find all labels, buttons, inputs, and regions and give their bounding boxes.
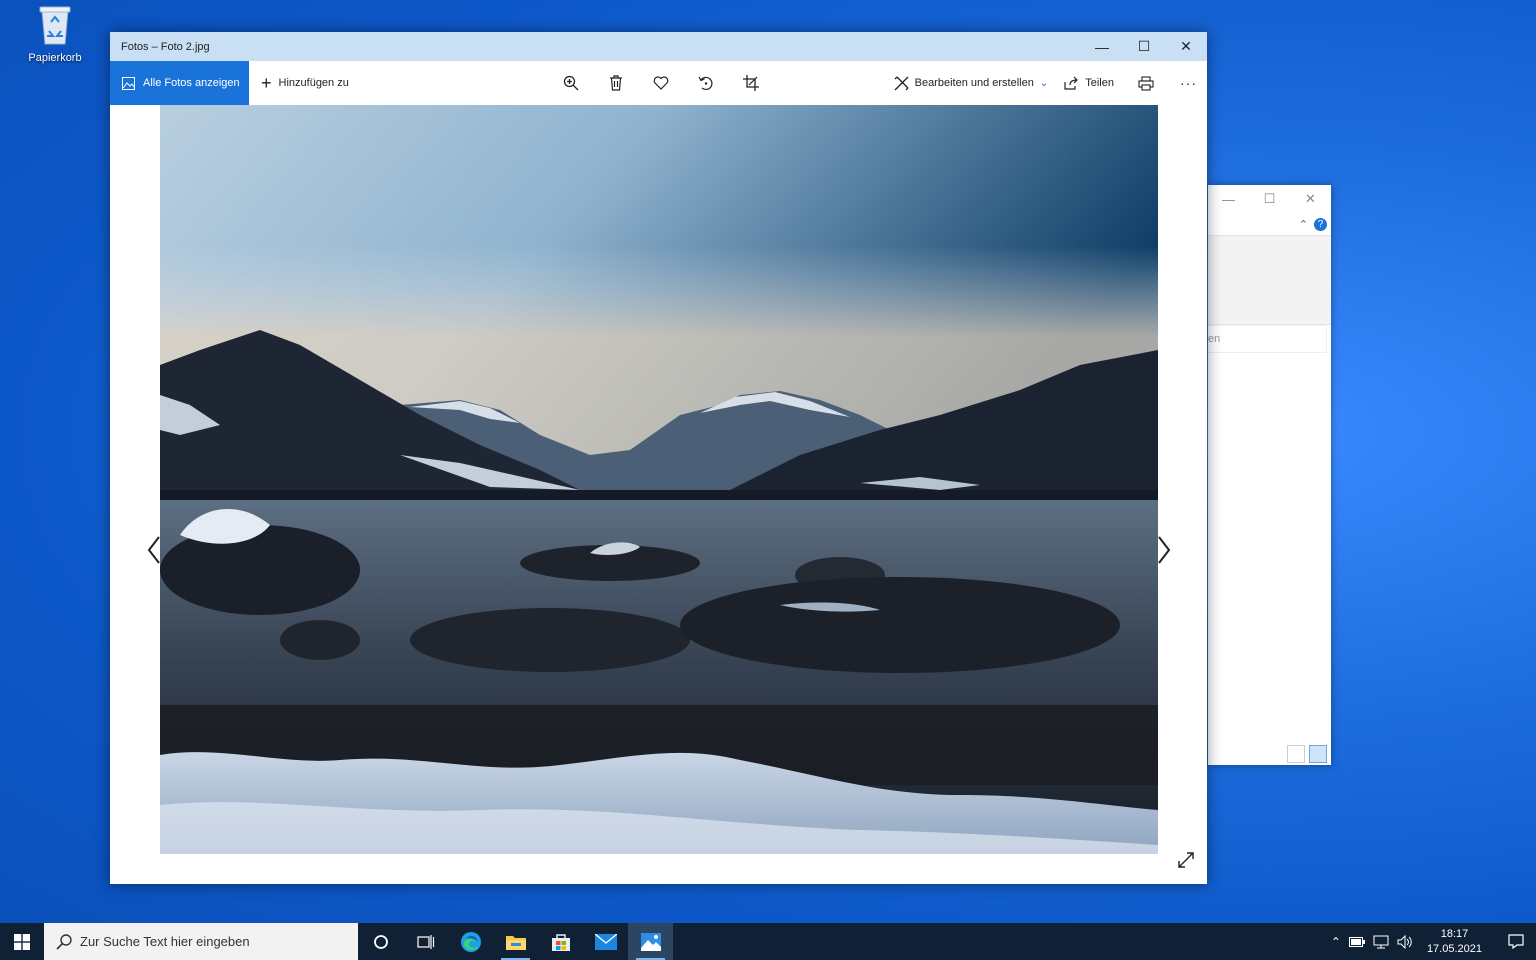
crop-icon[interactable] <box>739 71 763 95</box>
folder-icon <box>505 935 526 950</box>
minimize-icon: — <box>1095 38 1109 55</box>
search-icon <box>56 933 72 950</box>
store-taskbar-button[interactable] <box>538 923 583 960</box>
maximize-icon[interactable]: ☐ <box>1249 191 1290 207</box>
edge-taskbar-button[interactable] <box>448 923 493 960</box>
edit-and-create-button[interactable]: Bearbeiten und erstellen ⌄ <box>894 76 1049 91</box>
print-icon <box>1138 75 1154 91</box>
recycle-bin-shortcut[interactable]: Papierkorb <box>22 4 88 64</box>
recycle-bin-icon <box>37 4 73 46</box>
battery-icon[interactable] <box>1348 936 1365 947</box>
toolbar-center-actions <box>559 61 763 105</box>
window-title: Fotos – Foto 2.jpg <box>121 40 210 53</box>
plus-icon: + <box>261 73 272 93</box>
mail-envelope-icon <box>594 933 617 950</box>
add-to-label: Hinzufügen zu <box>278 77 349 89</box>
photos-app-icon <box>640 932 661 951</box>
help-icon[interactable]: ? <box>1314 217 1327 231</box>
background-explorer-window[interactable]: — ☐ ✕ ⌃ ? en <box>1208 185 1331 765</box>
edit-tools-icon <box>894 76 909 90</box>
file-explorer-taskbar-button[interactable] <box>493 923 538 960</box>
minimize-button[interactable]: — <box>1081 32 1123 61</box>
rotate-icon[interactable] <box>694 71 718 95</box>
close-icon: ✕ <box>1180 38 1192 54</box>
edge-icon <box>460 931 481 952</box>
photo-image[interactable] <box>160 105 1158 854</box>
action-center-button[interactable] <box>1496 923 1536 960</box>
gallery-icon <box>122 76 135 90</box>
address-field-fragment[interactable]: en <box>1208 325 1327 353</box>
taskbar: Zur Suche Text hier eingeben ⌃ 18:17 17.… <box>0 923 1536 960</box>
mail-taskbar-button[interactable] <box>583 923 628 960</box>
details-view-icon[interactable] <box>1287 745 1305 763</box>
close-icon[interactable]: ✕ <box>1290 191 1331 207</box>
recycle-bin-label: Papierkorb <box>28 52 82 64</box>
fullscreen-button[interactable] <box>1177 851 1195 874</box>
chevron-right-icon <box>1158 536 1171 564</box>
show-all-photos-button[interactable]: Alle Fotos anzeigen <box>110 61 249 105</box>
photos-window: Fotos – Foto 2.jpg — ☐ ✕ Alle Fotos anze… <box>110 32 1207 884</box>
ribbon-toggle-row: ⌃ ? <box>1208 213 1331 236</box>
more-options-button[interactable]: ··· <box>1180 75 1197 91</box>
zoom-icon[interactable] <box>559 71 583 95</box>
add-to-button[interactable]: + Hinzufügen zu <box>249 74 349 92</box>
share-icon <box>1064 76 1079 90</box>
photo-viewer <box>110 105 1207 884</box>
photos-titlebar: Fotos – Foto 2.jpg — ☐ ✕ <box>110 32 1207 61</box>
chevron-up-icon[interactable]: ⌃ <box>1299 218 1308 231</box>
view-toggle <box>1287 745 1327 763</box>
share-label: Teilen <box>1085 77 1114 89</box>
clock[interactable]: 18:17 17.05.2021 <box>1421 927 1488 957</box>
task-view-button[interactable] <box>403 923 448 960</box>
show-hidden-icons-chevron-icon[interactable]: ⌃ <box>1331 935 1341 949</box>
toolbar-right-actions: Bearbeiten und erstellen ⌄ Teilen ··· <box>894 61 1197 105</box>
next-photo-button[interactable] <box>1154 535 1174 565</box>
start-button[interactable] <box>0 923 44 960</box>
minimize-icon[interactable]: — <box>1208 192 1249 207</box>
taskbar-search-box[interactable]: Zur Suche Text hier eingeben <box>44 923 358 960</box>
cortana-circle-icon <box>373 934 388 949</box>
expand-icon <box>1178 852 1194 868</box>
photos-toolbar: Alle Fotos anzeigen + Hinzufügen zu Bear… <box>110 61 1207 105</box>
photos-taskbar-button[interactable] <box>628 923 673 960</box>
volume-icon[interactable] <box>1397 934 1413 949</box>
chevron-left-icon <box>147 536 160 564</box>
clock-time: 18:17 <box>1440 927 1469 940</box>
cortana-button[interactable] <box>358 923 403 960</box>
store-bag-icon <box>551 933 570 951</box>
search-placeholder: Zur Suche Text hier eingeben <box>80 934 250 949</box>
edit-and-create-label: Bearbeiten und erstellen <box>914 77 1034 89</box>
notification-icon <box>1508 934 1524 949</box>
system-tray: ⌃ 18:17 17.05.2021 <box>1331 923 1536 960</box>
favorite-heart-icon[interactable] <box>649 71 673 95</box>
more-dots-icon: ··· <box>1180 75 1197 91</box>
task-view-icon <box>416 934 434 949</box>
previous-photo-button[interactable] <box>144 535 164 565</box>
maximize-icon: ☐ <box>1137 38 1151 54</box>
maximize-button[interactable]: ☐ <box>1123 32 1165 61</box>
show-all-photos-label: Alle Fotos anzeigen <box>143 77 240 89</box>
close-button[interactable]: ✕ <box>1165 32 1207 61</box>
chevron-down-icon: ⌄ <box>1039 77 1049 89</box>
clock-date: 17.05.2021 <box>1426 942 1482 955</box>
windows-logo-icon <box>14 933 30 950</box>
delete-icon[interactable] <box>604 71 628 95</box>
share-button[interactable]: Teilen <box>1064 76 1114 90</box>
background-window-titlebar: — ☐ ✕ <box>1208 185 1331 213</box>
large-icons-view-icon[interactable] <box>1309 745 1327 763</box>
ribbon-area <box>1208 236 1331 325</box>
network-icon[interactable] <box>1373 935 1389 949</box>
print-button[interactable] <box>1138 75 1154 91</box>
